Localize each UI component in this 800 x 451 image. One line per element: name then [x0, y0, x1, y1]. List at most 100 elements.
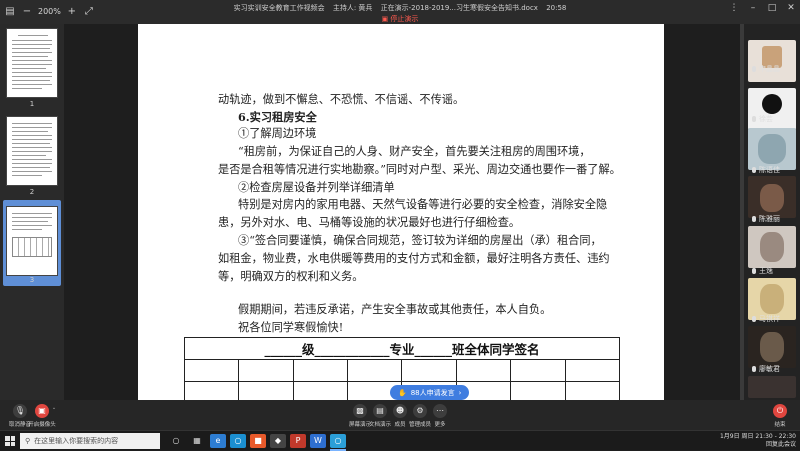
windows-start-icon[interactable] — [5, 436, 15, 446]
host-label: 主持人: 黄兵 — [332, 4, 373, 12]
doc-line: 等，明确双方的权利和义务。 — [218, 270, 364, 283]
chevron-up-icon: ˄ — [52, 408, 56, 414]
mic-icon — [752, 268, 756, 274]
leave-meeting-button[interactable]: ⏻ 结束 — [762, 404, 798, 428]
doc-line: 祝各位同学寒假愉快! — [238, 321, 344, 334]
meeting-app-icon[interactable]: ○ — [230, 434, 246, 448]
speak-requests-label: 88人申请发言 — [410, 388, 455, 397]
thumbnail-number: 2 — [29, 188, 35, 196]
signature-cell — [238, 359, 294, 382]
mic-icon — [752, 116, 756, 122]
signature-cell — [347, 359, 403, 382]
presentation-app-icon[interactable]: ■ — [250, 434, 266, 448]
thumbnail-number: 3 — [29, 276, 35, 284]
signature-cell — [238, 381, 294, 400]
meeting-title: 实习实训安全教育工作视频会 — [233, 4, 325, 12]
participant-video[interactable] — [748, 226, 796, 268]
more-button[interactable]: ⋯ 更多 — [422, 404, 458, 428]
page-thumbnails: 1 2 3 — [0, 24, 64, 400]
minimize-icon[interactable]: – — [748, 3, 758, 13]
participant-name: 陈语佳 — [752, 165, 780, 175]
search-icon: ⚲ — [25, 437, 31, 445]
meeting-app-icon-2[interactable]: ○ — [330, 434, 346, 448]
participant-video[interactable] — [748, 128, 796, 170]
doc-line: 假期期间，若违反承诺，产生安全事故或其他责任，本人自负。 — [238, 303, 552, 316]
participant-video[interactable] — [748, 376, 796, 398]
maximize-icon[interactable]: □ — [767, 3, 777, 13]
speak-requests-button[interactable]: ✋ 88人申请发言 › — [390, 385, 470, 400]
camera-icon: ▣ — [35, 404, 49, 418]
signature-cell — [292, 381, 349, 400]
participant-video[interactable] — [748, 176, 796, 218]
word-icon[interactable]: W — [310, 434, 326, 448]
game-app-icon[interactable]: ◆ — [270, 434, 286, 448]
doc-line: 如租金，物业费，水电供暖等费用的支付方式和金额，最好注明各方责任、违约 — [218, 252, 610, 265]
signature-cell — [564, 359, 621, 382]
window-controls: ⋮ – □ ✕ — [729, 3, 796, 13]
cortana-icon[interactable]: ○ — [168, 434, 184, 448]
doc-line: ②检查房屋设备并列举详细清单 — [238, 181, 395, 194]
clock-line: 回复此会议 — [765, 441, 796, 448]
section-heading: 6.实习租房安全 — [238, 110, 317, 124]
participant-name: 陈雅丽 — [752, 214, 780, 224]
stop-icon: ▣ — [381, 15, 389, 23]
doc-line: ③“签合同要谨慎，确保合同规范，签订较为详细的房屋出（承）租合同， — [238, 234, 602, 247]
signature-cell — [455, 359, 512, 382]
signature-cell — [292, 359, 349, 382]
meeting-time: 20:58 — [546, 4, 567, 12]
signature-cell — [564, 381, 621, 400]
title-bar: ▤ − 200% + ⤢ 实习实训安全教育工作视频会 主持人: 黄兵 正在演示-… — [0, 0, 800, 24]
mic-icon — [752, 167, 756, 173]
edge-browser-icon[interactable]: e — [210, 434, 226, 448]
os-taskbar: ⚲ 在这里输入你要搜索的内容 ○ ▦ e ○ ■ ◆ P W ○ 1月9日 周日… — [0, 430, 800, 451]
signature-cell — [401, 359, 457, 382]
camera-options-button[interactable]: ˄ — [48, 408, 60, 414]
participant-name: 王逸 — [752, 266, 773, 276]
signature-cell — [183, 359, 240, 382]
mic-icon — [752, 216, 756, 222]
doc-line: “租房前，为保证自己的人身、财产安全，首先要关注租房的周围环境， — [238, 145, 591, 158]
chevron-right-icon: › — [458, 388, 462, 397]
participant-name: 廖敏君 — [752, 364, 780, 374]
document-page: 动轨迹，做到不懈怠、不恐慌、不信谣、不传谣。 6.实习租房安全 ①了解周边环境 … — [138, 24, 664, 400]
powerpoint-icon[interactable]: P — [290, 434, 306, 448]
power-icon: ⏻ — [773, 404, 787, 418]
more-icon: ⋯ — [433, 404, 447, 418]
stop-label: 停止演示 — [390, 15, 419, 23]
thumbnail-number: 1 — [29, 100, 35, 108]
meeting-toolbar: 🎙 取消静音 ▣ 开启摄像头 ˄ ▩ 屏幕演示 ▤ 文档演示 ☻ 成员 ⚙ 管理… — [0, 400, 800, 430]
stop-presenting-button[interactable]: ▣ 停止演示 — [0, 14, 800, 24]
menu-icon[interactable]: ⋮ — [729, 3, 739, 13]
presenting-label: 正在演示-2018-2019...习生寒假安全告知书.docx — [380, 4, 538, 12]
doc-line: 是否是合租等情况进行实地勘察。”同时对户型、采光、周边交通也要作一番了解。 — [218, 163, 621, 176]
meeting-app: ▤ − 200% + ⤢ 实习实训安全教育工作视频会 主持人: 黄兵 正在演示-… — [0, 0, 800, 451]
search-placeholder: 在这里输入你要搜索的内容 — [34, 437, 119, 445]
signature-cell — [510, 381, 566, 400]
meeting-title-row: 实习实训安全教育工作视频会 主持人: 黄兵 正在演示-2018-2019...习… — [0, 3, 800, 13]
participant-video[interactable] — [748, 326, 796, 368]
document-view: 动轨迹，做到不懈怠、不恐慌、不信谣、不传谣。 6.实习租房安全 ①了解周边环境 … — [64, 24, 740, 400]
participant-video[interactable] — [748, 40, 796, 82]
mic-icon — [752, 66, 756, 72]
mic-icon — [752, 366, 756, 372]
signature-table-title: ______级____________专业______班全体同学签名 — [184, 337, 620, 360]
thumbnail-page-3[interactable] — [6, 206, 58, 276]
thumbnail-page-1[interactable] — [6, 28, 58, 98]
task-view-icon[interactable]: ▦ — [189, 434, 205, 448]
signature-cell — [183, 381, 240, 400]
clock-line: 1月9日 周日 21:30 - 22:30 — [719, 433, 796, 440]
doc-line: ①了解周边环境 — [238, 127, 317, 140]
signature-cell — [510, 359, 566, 382]
taskbar-search[interactable]: ⚲ 在这里输入你要搜索的内容 — [20, 433, 160, 449]
close-icon[interactable]: ✕ — [786, 3, 796, 13]
participant-scrollbar[interactable] — [740, 24, 744, 400]
participant-name: 马祺祥 — [752, 314, 780, 324]
doc-line: 患，另外对水、电、马桶等设施的状况最好也进行仔细检查。 — [218, 216, 521, 229]
participant-name: 徐芸 — [752, 114, 773, 124]
taskbar-notification[interactable]: 1月9日 周日 21:30 - 22:30 回复此会议 — [720, 433, 796, 449]
participant-name: 申晶晶 — [752, 64, 780, 74]
hand-icon: ✋ — [398, 388, 407, 397]
mic-icon — [752, 316, 756, 322]
thumbnail-page-2[interactable] — [6, 116, 58, 186]
doc-line: 动轨迹，做到不懈怠、不恐慌、不信谣、不传谣。 — [218, 93, 465, 106]
